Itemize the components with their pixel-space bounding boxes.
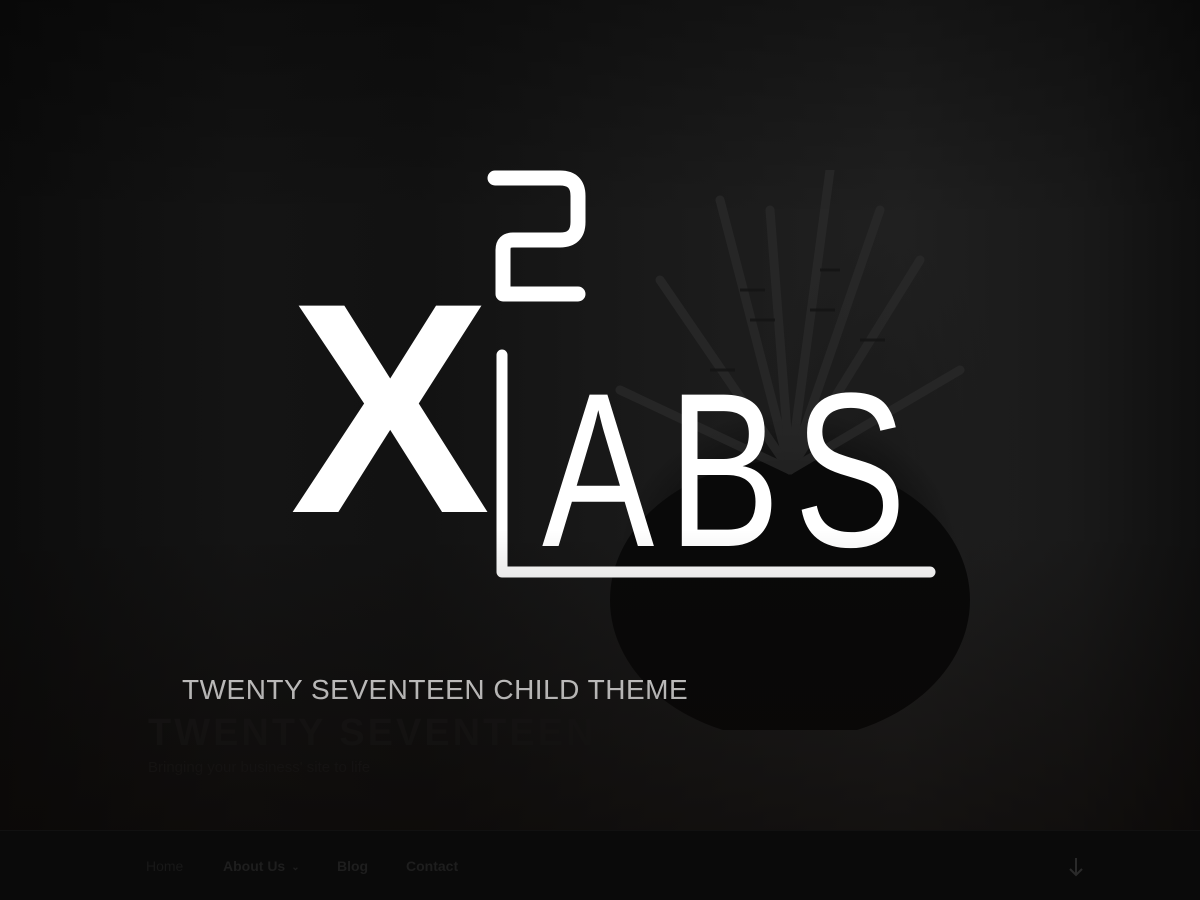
chevron-down-icon: ⌄: [291, 862, 300, 873]
page: X ABS TWENTY SEVENTEEN CHILD THEME TWENT…: [0, 0, 1200, 900]
site-description: Bringing your business' site to life: [148, 759, 371, 776]
logo-word: ABS: [542, 347, 920, 590]
nav-item-about-us[interactable]: About Us ⌄: [223, 858, 300, 874]
nav-item-home[interactable]: Home: [146, 858, 183, 874]
main-navigation: Home About Us ⌄ Blog Contact: [0, 830, 1200, 900]
nav-item-blog[interactable]: Blog: [337, 858, 368, 874]
site-title[interactable]: TWENTY SEVENTEEN: [148, 712, 596, 755]
nav-item-contact[interactable]: Contact: [406, 858, 458, 874]
logo-superscript-two: [487, 170, 586, 302]
arrow-down-icon[interactable]: [1066, 855, 1086, 879]
logo-x: X: [290, 240, 492, 576]
child-theme-label: TWENTY SEVENTEEN CHILD THEME: [182, 674, 689, 705]
x2-labs-logo[interactable]: X ABS: [280, 160, 950, 590]
header-hero: X ABS TWENTY SEVENTEEN CHILD THEME TWENT…: [0, 0, 1200, 830]
nav-item-label: About Us: [223, 858, 286, 874]
